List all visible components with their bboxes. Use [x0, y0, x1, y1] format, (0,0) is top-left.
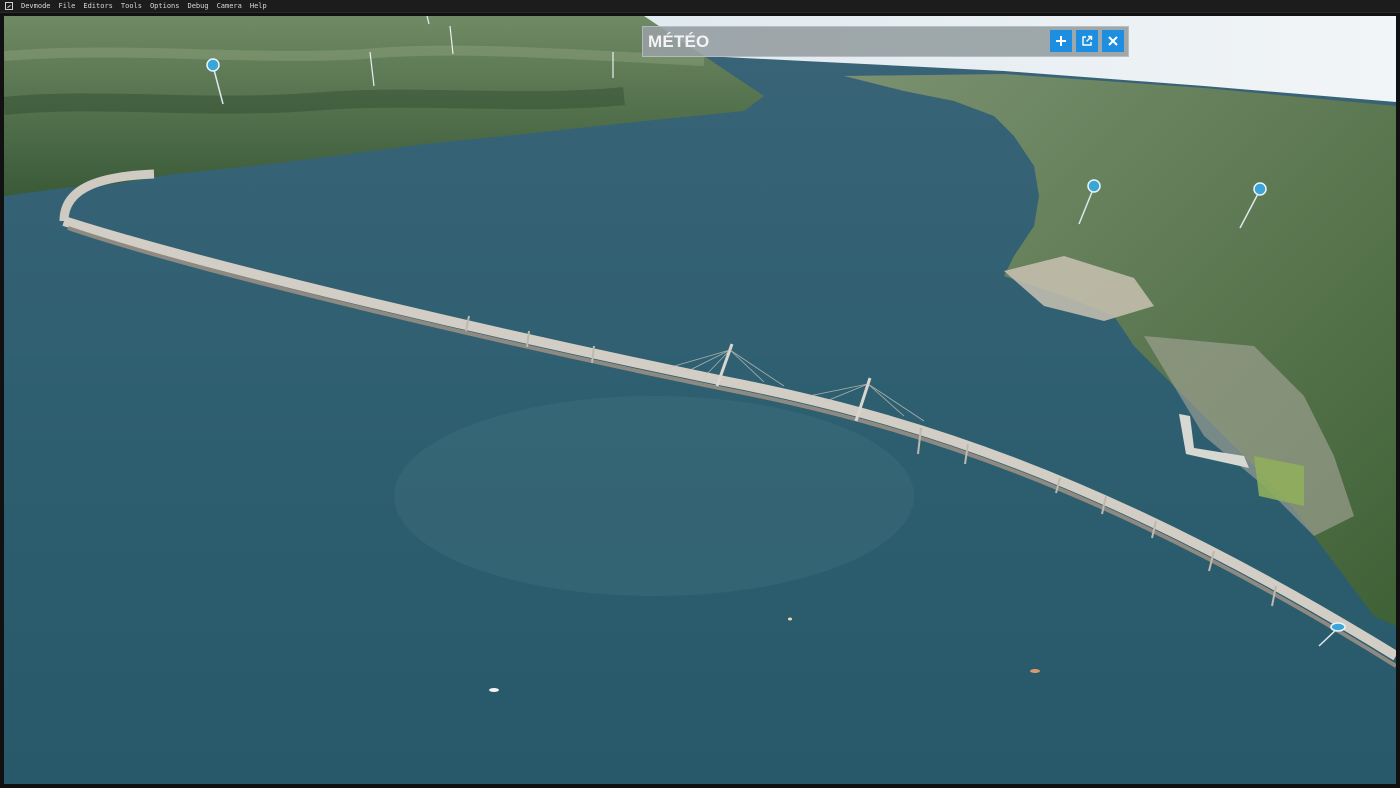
external-window-icon [1082, 35, 1093, 46]
undock-button[interactable] [1076, 30, 1098, 52]
panel-title: MÉTÉO [648, 31, 710, 51]
plus-icon [1056, 36, 1066, 46]
menu-camera[interactable]: Camera [213, 2, 246, 10]
menu-devmode[interactable]: Devmode [17, 2, 55, 10]
menu-tools[interactable]: Tools [117, 2, 146, 10]
aerial-scene [4, 16, 1396, 784]
menu-help[interactable]: Help [246, 2, 271, 10]
menu-options[interactable]: Options [146, 2, 184, 10]
3d-viewport[interactable] [4, 16, 1396, 784]
devmode-icon[interactable] [5, 2, 13, 10]
menu-bar: Devmode File Editors Tools Options Debug… [0, 0, 1400, 13]
close-icon [1108, 36, 1118, 46]
add-button[interactable] [1050, 30, 1072, 52]
close-button[interactable] [1102, 30, 1124, 52]
menu-editors[interactable]: Editors [79, 2, 117, 10]
menu-debug[interactable]: Debug [183, 2, 212, 10]
panel-buttons [1050, 30, 1124, 52]
weather-panel: MÉTÉO [642, 26, 1129, 57]
menu-file[interactable]: File [55, 2, 80, 10]
